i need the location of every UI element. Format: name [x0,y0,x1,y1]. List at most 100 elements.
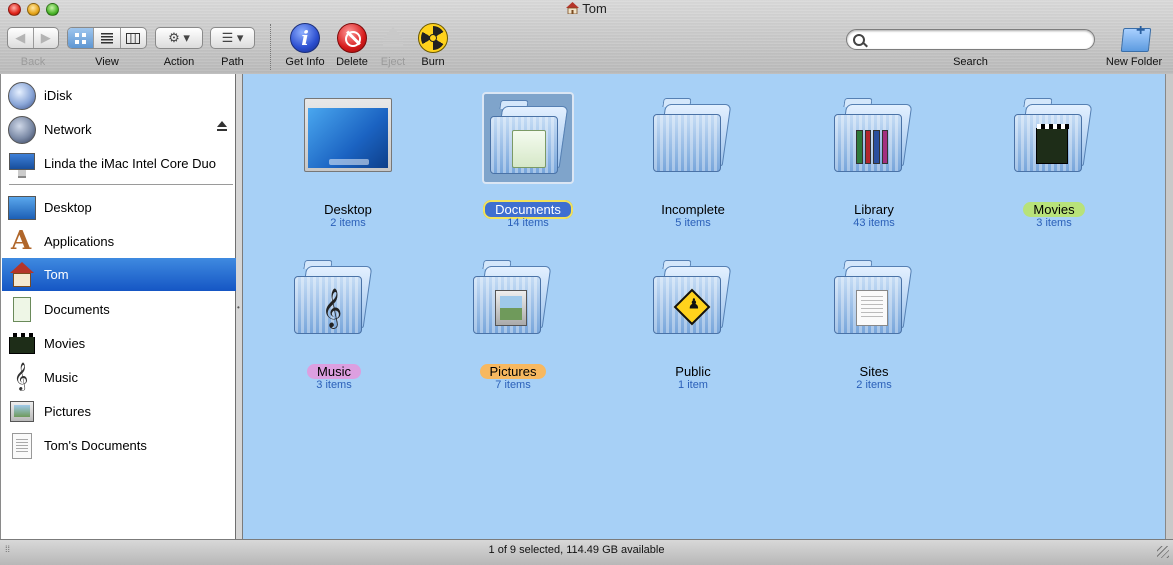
item-count: 7 items [495,379,531,391]
sidebar-item-music[interactable]: Music [2,361,236,394]
sidebar-item-label: iDisk [44,88,73,103]
sidebar-item-imac[interactable]: Linda the iMac Intel Core Duo [2,147,236,180]
treble-clef-icon [8,362,36,392]
burn-icon[interactable] [418,23,448,53]
network-eject-icon[interactable] [217,121,227,131]
sidebar-item-applications[interactable]: Applications [2,225,236,258]
action-label: Action [163,56,195,68]
new-folder-icon[interactable]: + [1120,22,1152,52]
sidebar-item-toms-documents[interactable]: Tom's Documents [2,429,236,462]
path-popup-icon: ☰ ▾ [221,30,244,45]
item-name: Public [675,364,711,379]
document-icon [8,296,36,324]
search-field[interactable] [846,29,1095,50]
folder-item-movies[interactable]: Movies 3 items [964,84,1144,234]
folder-item-library[interactable]: Library 43 items [784,84,964,234]
sidebar-divider [9,184,233,185]
item-name: Incomplete [661,202,725,217]
item-name: Library [854,202,894,217]
list-view-icon[interactable] [94,28,121,48]
network-globe-icon [8,115,36,144]
sidebar-item-network[interactable]: Network [2,113,236,146]
folder-item-documents[interactable]: Documents 14 items [438,84,618,234]
forward-arrow-icon[interactable]: ▶ [34,28,59,48]
sidebar-item-label: Network [44,122,92,137]
burn-label: Burn [421,56,445,68]
item-count: 3 items [1036,217,1072,229]
search-icon [853,34,865,46]
item-count: 3 items [316,379,352,391]
status-bar: ⁞⁞ 1 of 9 selected, 114.49 GB available [0,539,1173,565]
delete-label: Delete [336,56,368,68]
info-icon[interactable]: i [290,23,320,53]
sidebar-item-label: Applications [44,234,115,249]
sidebar-item-label: Documents [44,302,110,317]
desktop-folder-icon [302,92,394,184]
sidebar-item-label: Linda the iMac Intel Core Duo [44,156,216,171]
sidebar-item-movies[interactable]: Movies [2,327,236,360]
sidebar-item-label: Movies [44,336,86,351]
item-name: Movies [1023,202,1085,217]
item-count: 5 items [675,217,711,229]
search-input[interactable] [869,31,1088,49]
home-icon [8,261,36,289]
folder-item-music[interactable]: 𝄞 Music 3 items [244,246,424,396]
sidebar-item-label: Pictures [44,404,91,419]
sidebar-item-label: Desktop [44,200,92,215]
item-name: Desktop [324,202,372,217]
item-count: 43 items [853,217,895,229]
eject-icon[interactable] [378,23,408,53]
applications-icon [8,226,36,256]
picture-frame-icon [8,398,36,426]
sidebar: iDisk Network Linda the iMac Intel Core … [0,74,236,539]
icon-view-icon[interactable] [68,28,95,48]
vertical-scrollbar[interactable] [1165,74,1173,539]
delete-icon[interactable] [337,23,367,53]
action-menu-button[interactable]: ⚙ ▾ [155,27,203,49]
status-text: 1 of 9 selected, 114.49 GB available [488,544,665,556]
sidebar-item-desktop[interactable]: Desktop [2,191,236,224]
clapperboard-icon [8,330,36,358]
window-title-text: Tom [582,1,607,16]
folder-item-public[interactable]: Public 1 item [603,246,783,396]
folder-item-desktop[interactable]: Desktop 2 items [258,84,438,234]
new-folder-label: New Folder [1105,56,1163,68]
home-icon [566,2,580,14]
movies-folder-icon [1008,92,1100,184]
folder-item-sites[interactable]: Sites 2 items [784,246,964,396]
back-forward-control: ◀ ▶ [7,27,59,49]
sidebar-item-documents[interactable]: Documents [2,293,236,326]
library-folder-icon [828,92,920,184]
imac-icon [8,150,36,178]
path-menu-button[interactable]: ☰ ▾ [210,27,255,49]
folder-item-pictures[interactable]: Pictures 7 items [423,246,603,396]
icon-view: Desktop 2 items Documents 14 items Incom… [243,74,1165,539]
item-count: 14 items [507,217,549,229]
resize-handle-icon[interactable] [1157,546,1169,558]
gear-icon: ⚙ ▾ [168,30,190,45]
path-label: Path [221,56,244,68]
back-arrow-icon[interactable]: ◀ [8,28,34,48]
finder-window: Tom ◀ ▶ Back View ⚙ ▾ Action ☰ ▾ Path i … [0,0,1173,565]
item-count: 1 item [678,379,708,391]
pictures-folder-icon [467,254,559,346]
text-document-icon [8,432,36,460]
splitter-grip-icon: • [237,303,240,312]
column-view-icon[interactable] [121,28,146,48]
sidebar-item-label: Tom [44,267,69,282]
toolbar: Tom ◀ ▶ Back View ⚙ ▾ Action ☰ ▾ Path i … [0,0,1173,74]
toolbar-separator [270,24,271,70]
folder-item-incomplete[interactable]: Incomplete 5 items [603,84,783,234]
sidebar-item-idisk[interactable]: iDisk [2,79,236,112]
search-label: Search [953,56,988,68]
item-name: Sites [859,364,889,379]
eject-label: Eject [380,56,406,68]
item-name: Pictures [479,364,547,379]
back-label: Back [20,56,46,68]
sidebar-splitter[interactable]: • [236,74,243,539]
folder-icon [647,92,739,184]
sidebar-item-pictures[interactable]: Pictures [2,395,236,428]
sidebar-item-tom[interactable]: Tom [2,258,236,291]
music-folder-icon: 𝄞 [288,254,380,346]
sites-folder-icon [828,254,920,346]
